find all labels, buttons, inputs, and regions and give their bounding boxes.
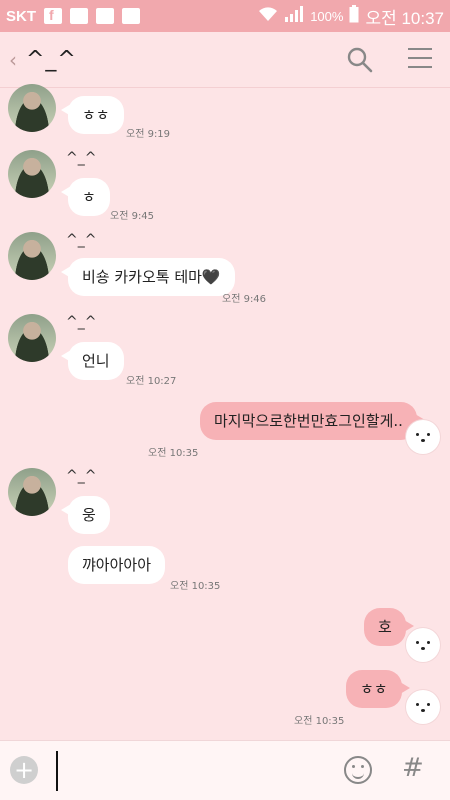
app-notification-icon bbox=[122, 8, 140, 24]
add-attachment-button[interactable]: + bbox=[10, 756, 38, 784]
message-time: 오전 9:19 bbox=[126, 129, 171, 140]
sender-name: ^_^ bbox=[66, 468, 97, 484]
my-profile-puppy-icon bbox=[406, 690, 440, 724]
wifi-icon bbox=[258, 6, 278, 26]
message-time: 오전 9:46 bbox=[222, 294, 267, 305]
my-message-bubble[interactable]: ㅎㅎ bbox=[346, 670, 410, 708]
message-bubble[interactable]: 비숑 카카오톡 테마🖤 bbox=[61, 258, 235, 296]
chat-header: ‹ ^_^ bbox=[0, 32, 450, 88]
avatar[interactable] bbox=[8, 232, 56, 280]
battery-icon bbox=[349, 5, 359, 27]
avatar[interactable] bbox=[8, 84, 56, 132]
sender-name: ^_^ bbox=[66, 314, 97, 330]
hash-search-button[interactable]: # bbox=[402, 753, 424, 783]
message-bubble[interactable]: ㅎ bbox=[61, 178, 110, 216]
mail-notification-icon bbox=[96, 8, 114, 24]
message-bubble[interactable]: 언니 bbox=[61, 342, 124, 380]
emoticon-icon[interactable] bbox=[344, 756, 372, 784]
facebook-notification-icon bbox=[44, 7, 62, 24]
my-profile-puppy-icon bbox=[406, 628, 440, 662]
avatar[interactable] bbox=[8, 314, 56, 362]
message-bubble[interactable]: 꺄아아아아 bbox=[68, 546, 166, 584]
message-time: 오전 10:35 bbox=[294, 716, 345, 727]
menu-icon[interactable] bbox=[408, 48, 432, 70]
message-input-bar: + # bbox=[0, 740, 450, 800]
avatar[interactable] bbox=[8, 150, 56, 198]
message-time: 오전 10:35 bbox=[148, 448, 199, 459]
signal-icon bbox=[284, 6, 304, 26]
sender-name: ^_^ bbox=[66, 232, 97, 248]
my-message-bubble[interactable]: 호 bbox=[364, 608, 414, 646]
sender-name: ^_^ bbox=[66, 150, 97, 166]
message-bubble[interactable]: 웅 bbox=[61, 496, 110, 534]
carrier-label: SKT bbox=[6, 7, 36, 25]
message-time: 오전 9:45 bbox=[110, 211, 155, 222]
status-bar: SKT 100% 오전 10:37 bbox=[0, 0, 450, 32]
battery-percent: 100% bbox=[310, 8, 344, 24]
chat-room-title: ^_^ bbox=[26, 47, 77, 72]
clock: 오전 10:37 bbox=[365, 8, 444, 28]
gallery-notification-icon bbox=[70, 8, 88, 24]
back-button[interactable]: ‹ bbox=[0, 48, 26, 72]
message-time: 오전 10:27 bbox=[126, 376, 177, 387]
message-time: 오전 10:35 bbox=[170, 581, 221, 592]
my-profile-puppy-icon bbox=[406, 420, 440, 454]
message-bubble[interactable]: ㅎㅎ bbox=[61, 96, 124, 134]
my-message-bubble[interactable]: 마지막으로한번만효그인할게.. bbox=[200, 402, 425, 440]
search-icon[interactable] bbox=[346, 46, 374, 74]
avatar[interactable] bbox=[8, 468, 56, 516]
message-input[interactable] bbox=[56, 751, 326, 791]
